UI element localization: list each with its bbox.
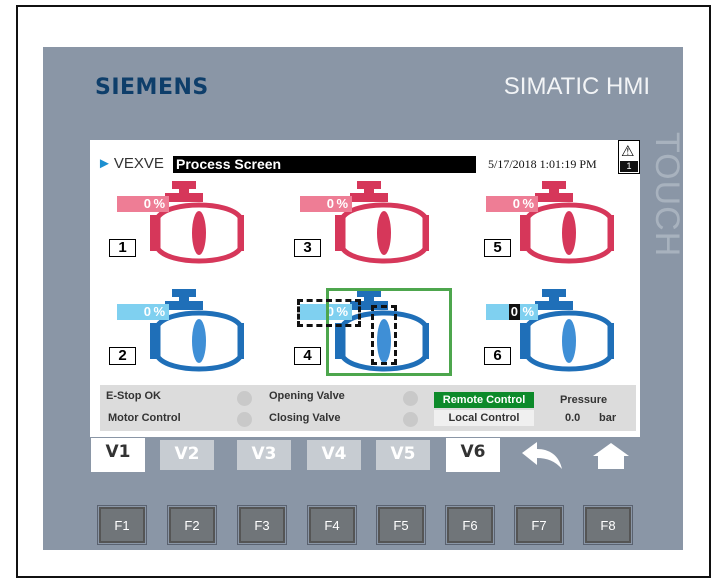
valve-6[interactable]: 0% 6 xyxy=(478,285,614,373)
remote-control-button[interactable]: Remote Control xyxy=(434,392,534,408)
valve-6-number: 6 xyxy=(484,347,511,365)
valve-1[interactable]: 0% 1 xyxy=(108,177,244,265)
f8-key[interactable]: F8 xyxy=(583,505,633,545)
f1-key[interactable]: F1 xyxy=(97,505,147,545)
pressure-unit: bar xyxy=(599,412,617,424)
alarm-count: 1 xyxy=(620,161,638,172)
logo-triangle-icon: ► xyxy=(97,155,112,172)
opening-valve-label: Opening Valve xyxy=(269,390,345,402)
valve-5-number: 5 xyxy=(484,239,511,257)
local-control-button[interactable]: Local Control xyxy=(434,410,534,426)
valve-5-percent: 0% xyxy=(486,196,538,212)
back-arrow-icon[interactable] xyxy=(519,441,565,471)
warning-icon: ⚠ xyxy=(621,142,635,160)
vexve-logo: ► VEXVE xyxy=(97,155,164,172)
percent-focus-box xyxy=(297,299,361,327)
nav-v1-button[interactable]: V1 xyxy=(91,438,145,472)
nav-v2-button[interactable]: V2 xyxy=(160,440,214,470)
valve-5[interactable]: 0% 5 xyxy=(478,177,614,265)
f5-key[interactable]: F5 xyxy=(376,505,426,545)
opening-led xyxy=(403,391,418,406)
f2-key[interactable]: F2 xyxy=(167,505,217,545)
motor-led xyxy=(237,412,252,427)
estop-status: E-Stop OK xyxy=(106,390,161,402)
hmi-screen: ► VEXVE Process Screen 5/17/2018 1:01:19 … xyxy=(90,140,640,437)
nav-v4-button[interactable]: V4 xyxy=(307,440,361,470)
touch-label: TOUCH xyxy=(648,132,686,258)
datetime: 5/17/2018 1:01:19 PM xyxy=(488,157,597,171)
panel-model: SIMATIC HMI xyxy=(503,73,650,100)
valve-2-number: 2 xyxy=(109,347,136,365)
motor-control-label: Motor Control xyxy=(108,412,181,424)
valve-3[interactable]: 0% 3 xyxy=(293,177,429,265)
valve-2-percent: 0% xyxy=(117,304,169,320)
valve-1-number: 1 xyxy=(109,239,136,257)
f7-key[interactable]: F7 xyxy=(514,505,564,545)
pressure-value: 0.0 xyxy=(565,412,581,424)
alarm-button[interactable]: ⚠ 1 xyxy=(618,140,640,174)
closing-led xyxy=(403,412,418,427)
f6-key[interactable]: F6 xyxy=(445,505,495,545)
home-icon[interactable] xyxy=(591,441,631,471)
screen-title: Process Screen xyxy=(173,156,476,173)
f4-key[interactable]: F4 xyxy=(307,505,357,545)
valve-1-percent: 0% xyxy=(117,196,169,212)
brand-logo: SIEMENS xyxy=(95,75,209,100)
status-bar: E-Stop OK Motor Control Opening Valve Cl… xyxy=(100,385,636,431)
nav-v6-button[interactable]: V6 xyxy=(446,438,500,472)
disc-focus-box xyxy=(371,305,397,365)
closing-valve-label: Closing Valve xyxy=(269,412,341,424)
estop-led xyxy=(237,391,252,406)
valve-6-percent: 0% xyxy=(486,304,538,320)
valve-4-number: 4 xyxy=(294,347,321,365)
f3-key[interactable]: F3 xyxy=(237,505,287,545)
valve-3-percent: 0% xyxy=(300,196,352,212)
valve-2[interactable]: 0% 2 xyxy=(108,285,244,373)
valve-3-number: 3 xyxy=(294,239,321,257)
logo-text: VEXVE xyxy=(113,155,164,172)
nav-v5-button[interactable]: V5 xyxy=(376,440,430,470)
pressure-label: Pressure xyxy=(560,394,608,406)
nav-v3-button[interactable]: V3 xyxy=(237,440,291,470)
